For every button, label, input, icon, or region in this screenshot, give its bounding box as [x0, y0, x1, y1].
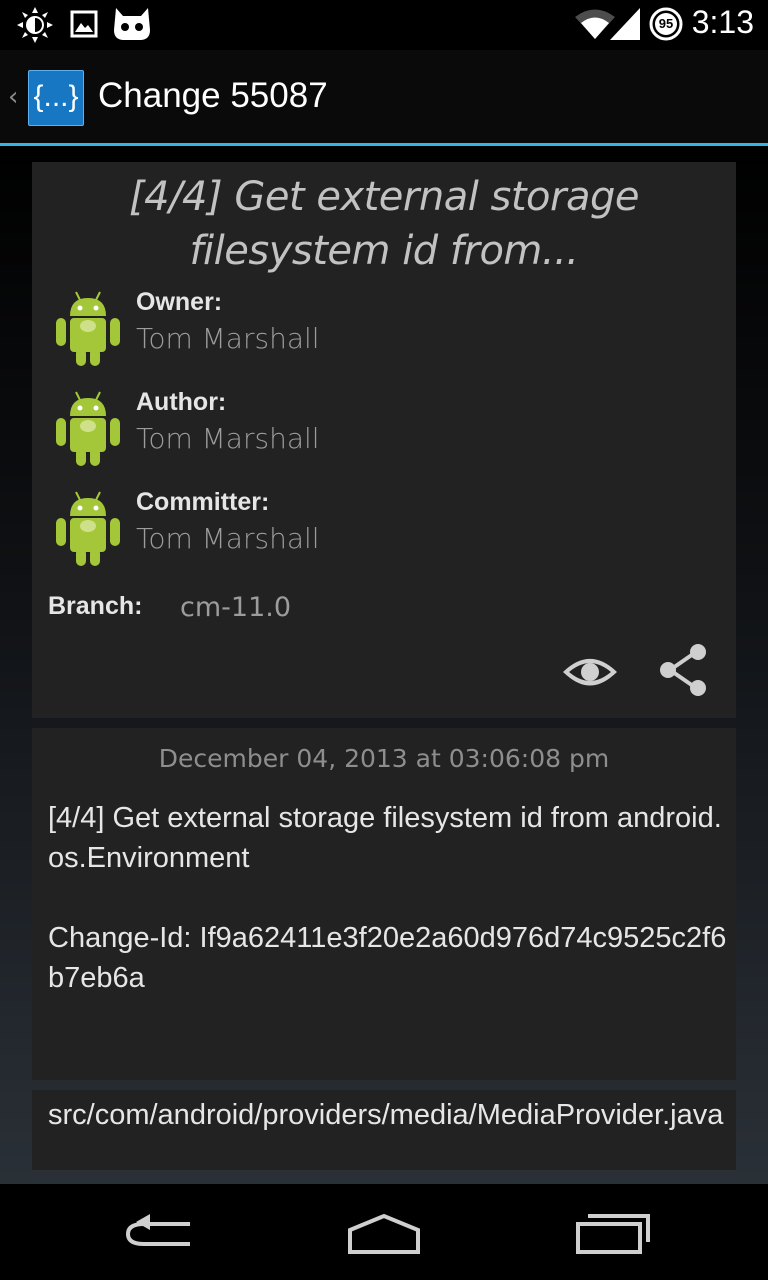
android-avatar-icon [56, 391, 120, 466]
share-icon[interactable] [656, 642, 712, 698]
owner-name: Tom Marshall [136, 322, 320, 355]
back-icon[interactable] [110, 1204, 210, 1260]
recent-apps-icon[interactable] [564, 1204, 664, 1260]
branch-value[interactable]: cm-11.0 [180, 592, 291, 623]
branch-label: Branch: [48, 592, 143, 620]
action-bar: ‹ {...} Change 55087 [0, 50, 768, 144]
commit-date: December 04, 2013 at 03:06:08 pm [158, 744, 610, 773]
home-icon[interactable] [334, 1204, 434, 1260]
android-avatar-icon [56, 291, 120, 366]
signal-icon [610, 8, 640, 40]
change-details-scroll[interactable]: [4/4] Get external storage filesystem id… [0, 146, 768, 1184]
android-avatar-icon [56, 491, 120, 566]
changed-file-item[interactable]: src/com/android/providers/media/MediaPro… [48, 1096, 728, 1134]
change-subject: [4/4] Get external storage filesystem id… [129, 174, 639, 274]
owner-label: Owner: [136, 288, 223, 316]
change-header-card: [4/4] Get external storage filesystem id… [32, 162, 736, 718]
status-bar: 95 3:13 [0, 0, 768, 50]
battery-level: 95 [658, 16, 674, 31]
page-title: Change 55087 [98, 76, 328, 115]
commit-message-card: December 04, 2013 at 03:06:08 pm [4/4] G… [32, 728, 736, 1080]
app-icon: {...} [28, 70, 84, 126]
clock: 3:13 [691, 4, 754, 40]
brightness-icon [17, 7, 53, 43]
eye-icon[interactable] [560, 646, 620, 698]
author-name: Tom Marshall [136, 422, 320, 455]
navigation-bar [0, 1184, 768, 1280]
image-notification-icon [70, 10, 98, 38]
chevron-left-icon: ‹ [8, 82, 19, 112]
changed-files-card: src/com/android/providers/media/MediaPro… [32, 1090, 736, 1170]
owner-row[interactable]: Owner: Tom Marshall [52, 288, 712, 372]
author-row[interactable]: Author: Tom Marshall [52, 388, 712, 472]
commit-message: [4/4] Get external storage filesystem id… [48, 802, 727, 994]
author-label: Author: [136, 388, 227, 416]
committer-row[interactable]: Committer: Tom Marshall [52, 488, 712, 572]
committer-name: Tom Marshall [136, 522, 320, 555]
up-navigation-button[interactable]: ‹ {...} Change 55087 [0, 50, 340, 144]
committer-label: Committer: [136, 488, 270, 516]
cyanogenmod-icon [114, 8, 150, 40]
